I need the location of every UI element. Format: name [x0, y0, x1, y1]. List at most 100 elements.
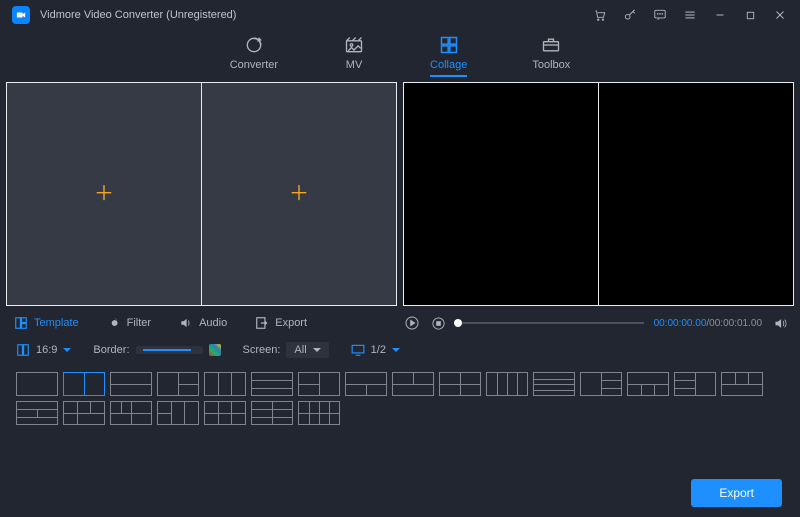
collage-cell-add[interactable]: ＋ — [202, 83, 396, 305]
template-item[interactable] — [533, 372, 575, 396]
preview-canvas — [403, 82, 794, 306]
screen-label: Screen: — [243, 344, 281, 356]
tab-label: MV — [346, 59, 363, 71]
template-item[interactable] — [16, 372, 58, 396]
template-item[interactable] — [251, 401, 293, 425]
feedback-icon[interactable] — [652, 7, 668, 23]
border-label: Border: — [93, 344, 129, 356]
template-grid — [0, 364, 800, 429]
collage-cell-add[interactable]: ＋ — [7, 83, 202, 305]
template-item[interactable] — [16, 401, 58, 425]
editor-panel: ＋ ＋ — [6, 82, 397, 306]
template-item[interactable] — [298, 372, 340, 396]
cart-icon[interactable] — [592, 7, 608, 23]
etab-template[interactable]: Template — [14, 316, 79, 330]
template-item[interactable] — [110, 372, 152, 396]
export-icon — [255, 316, 269, 330]
audio-icon — [179, 316, 193, 330]
app-logo — [12, 6, 30, 24]
export-button[interactable]: Export — [691, 479, 782, 507]
etab-label: Template — [34, 317, 79, 329]
window-controls — [592, 7, 788, 23]
screen-value: All — [294, 344, 306, 356]
template-item[interactable] — [580, 372, 622, 396]
chevron-down-icon — [63, 348, 71, 352]
preview-panel — [403, 82, 794, 306]
workarea: ＋ ＋ — [0, 78, 800, 306]
border-preview — [143, 349, 191, 351]
screen-page-dropdown[interactable]: 1/2 — [351, 344, 400, 356]
belt: Template Filter Audio Export 00:00:00.00… — [0, 306, 800, 336]
toolbox-icon — [540, 35, 562, 55]
template-item[interactable] — [204, 401, 246, 425]
template-item[interactable] — [721, 372, 763, 396]
template-item[interactable] — [63, 401, 105, 425]
template-item[interactable] — [298, 401, 340, 425]
plus-icon: ＋ — [289, 184, 309, 204]
progress-bar[interactable] — [456, 322, 644, 324]
play-button[interactable] — [404, 315, 420, 331]
template-options: 16:9 Border: Screen: All 1/2 — [0, 336, 800, 364]
chevron-down-icon — [313, 348, 321, 352]
tab-toolbox[interactable]: Toolbox — [532, 35, 570, 77]
tab-mv[interactable]: MV — [343, 35, 365, 77]
titlebar: Vidmore Video Converter (Unregistered) — [0, 0, 800, 30]
aspect-value: 16:9 — [36, 344, 57, 356]
template-icon — [14, 316, 28, 330]
etab-label: Filter — [127, 317, 151, 329]
volume-button[interactable] — [772, 315, 788, 331]
converter-icon — [243, 35, 265, 55]
template-item[interactable] — [204, 372, 246, 396]
template-item[interactable] — [63, 372, 105, 396]
screen-dropdown[interactable]: All — [286, 342, 328, 358]
template-item[interactable] — [627, 372, 669, 396]
plus-icon: ＋ — [94, 184, 114, 204]
etab-audio[interactable]: Audio — [179, 316, 227, 330]
etab-label: Export — [275, 317, 307, 329]
tab-collage[interactable]: Collage — [430, 35, 467, 77]
preview-cell — [404, 83, 599, 305]
window-title: Vidmore Video Converter (Unregistered) — [40, 9, 582, 21]
border-option: Border: — [93, 344, 220, 356]
footer: Export — [0, 469, 800, 517]
aspect-ratio-dropdown[interactable]: 16:9 — [16, 343, 71, 357]
edit-tabs: Template Filter Audio Export — [6, 310, 398, 336]
template-item[interactable] — [157, 372, 199, 396]
time-display: 00:00:00.00/00:00:01.00 — [654, 318, 762, 329]
collage-icon — [438, 35, 460, 55]
current-time: 00:00:00.00 — [654, 318, 707, 329]
stop-button[interactable] — [430, 315, 446, 331]
border-color-picker[interactable] — [209, 344, 221, 356]
template-item[interactable] — [251, 372, 293, 396]
menu-icon[interactable] — [682, 7, 698, 23]
screen-option: Screen: All — [243, 342, 329, 358]
etab-export[interactable]: Export — [255, 316, 307, 330]
close-button[interactable] — [772, 7, 788, 23]
tab-label: Collage — [430, 59, 467, 71]
template-item[interactable] — [345, 372, 387, 396]
chevron-down-icon — [392, 348, 400, 352]
minimize-button[interactable] — [712, 7, 728, 23]
template-item[interactable] — [392, 372, 434, 396]
filter-icon — [107, 316, 121, 330]
template-item[interactable] — [110, 401, 152, 425]
template-item[interactable] — [439, 372, 481, 396]
main-tabs: Converter MV Collage Toolbox — [0, 30, 800, 78]
preview-cell — [599, 83, 793, 305]
maximize-button[interactable] — [742, 7, 758, 23]
template-item[interactable] — [674, 372, 716, 396]
template-item[interactable] — [486, 372, 528, 396]
collage-canvas: ＋ ＋ — [6, 82, 397, 306]
progress-thumb[interactable] — [454, 319, 462, 327]
tab-converter[interactable]: Converter — [230, 35, 278, 77]
tab-label: Converter — [230, 59, 278, 71]
etab-filter[interactable]: Filter — [107, 316, 151, 330]
tab-label: Toolbox — [532, 59, 570, 71]
template-item[interactable] — [157, 401, 199, 425]
key-icon[interactable] — [622, 7, 638, 23]
border-style-dropdown[interactable] — [136, 346, 203, 354]
total-time: 00:00:01.00 — [709, 318, 762, 329]
player-controls: 00:00:00.00/00:00:01.00 — [404, 310, 794, 336]
etab-label: Audio — [199, 317, 227, 329]
mv-icon — [343, 35, 365, 55]
